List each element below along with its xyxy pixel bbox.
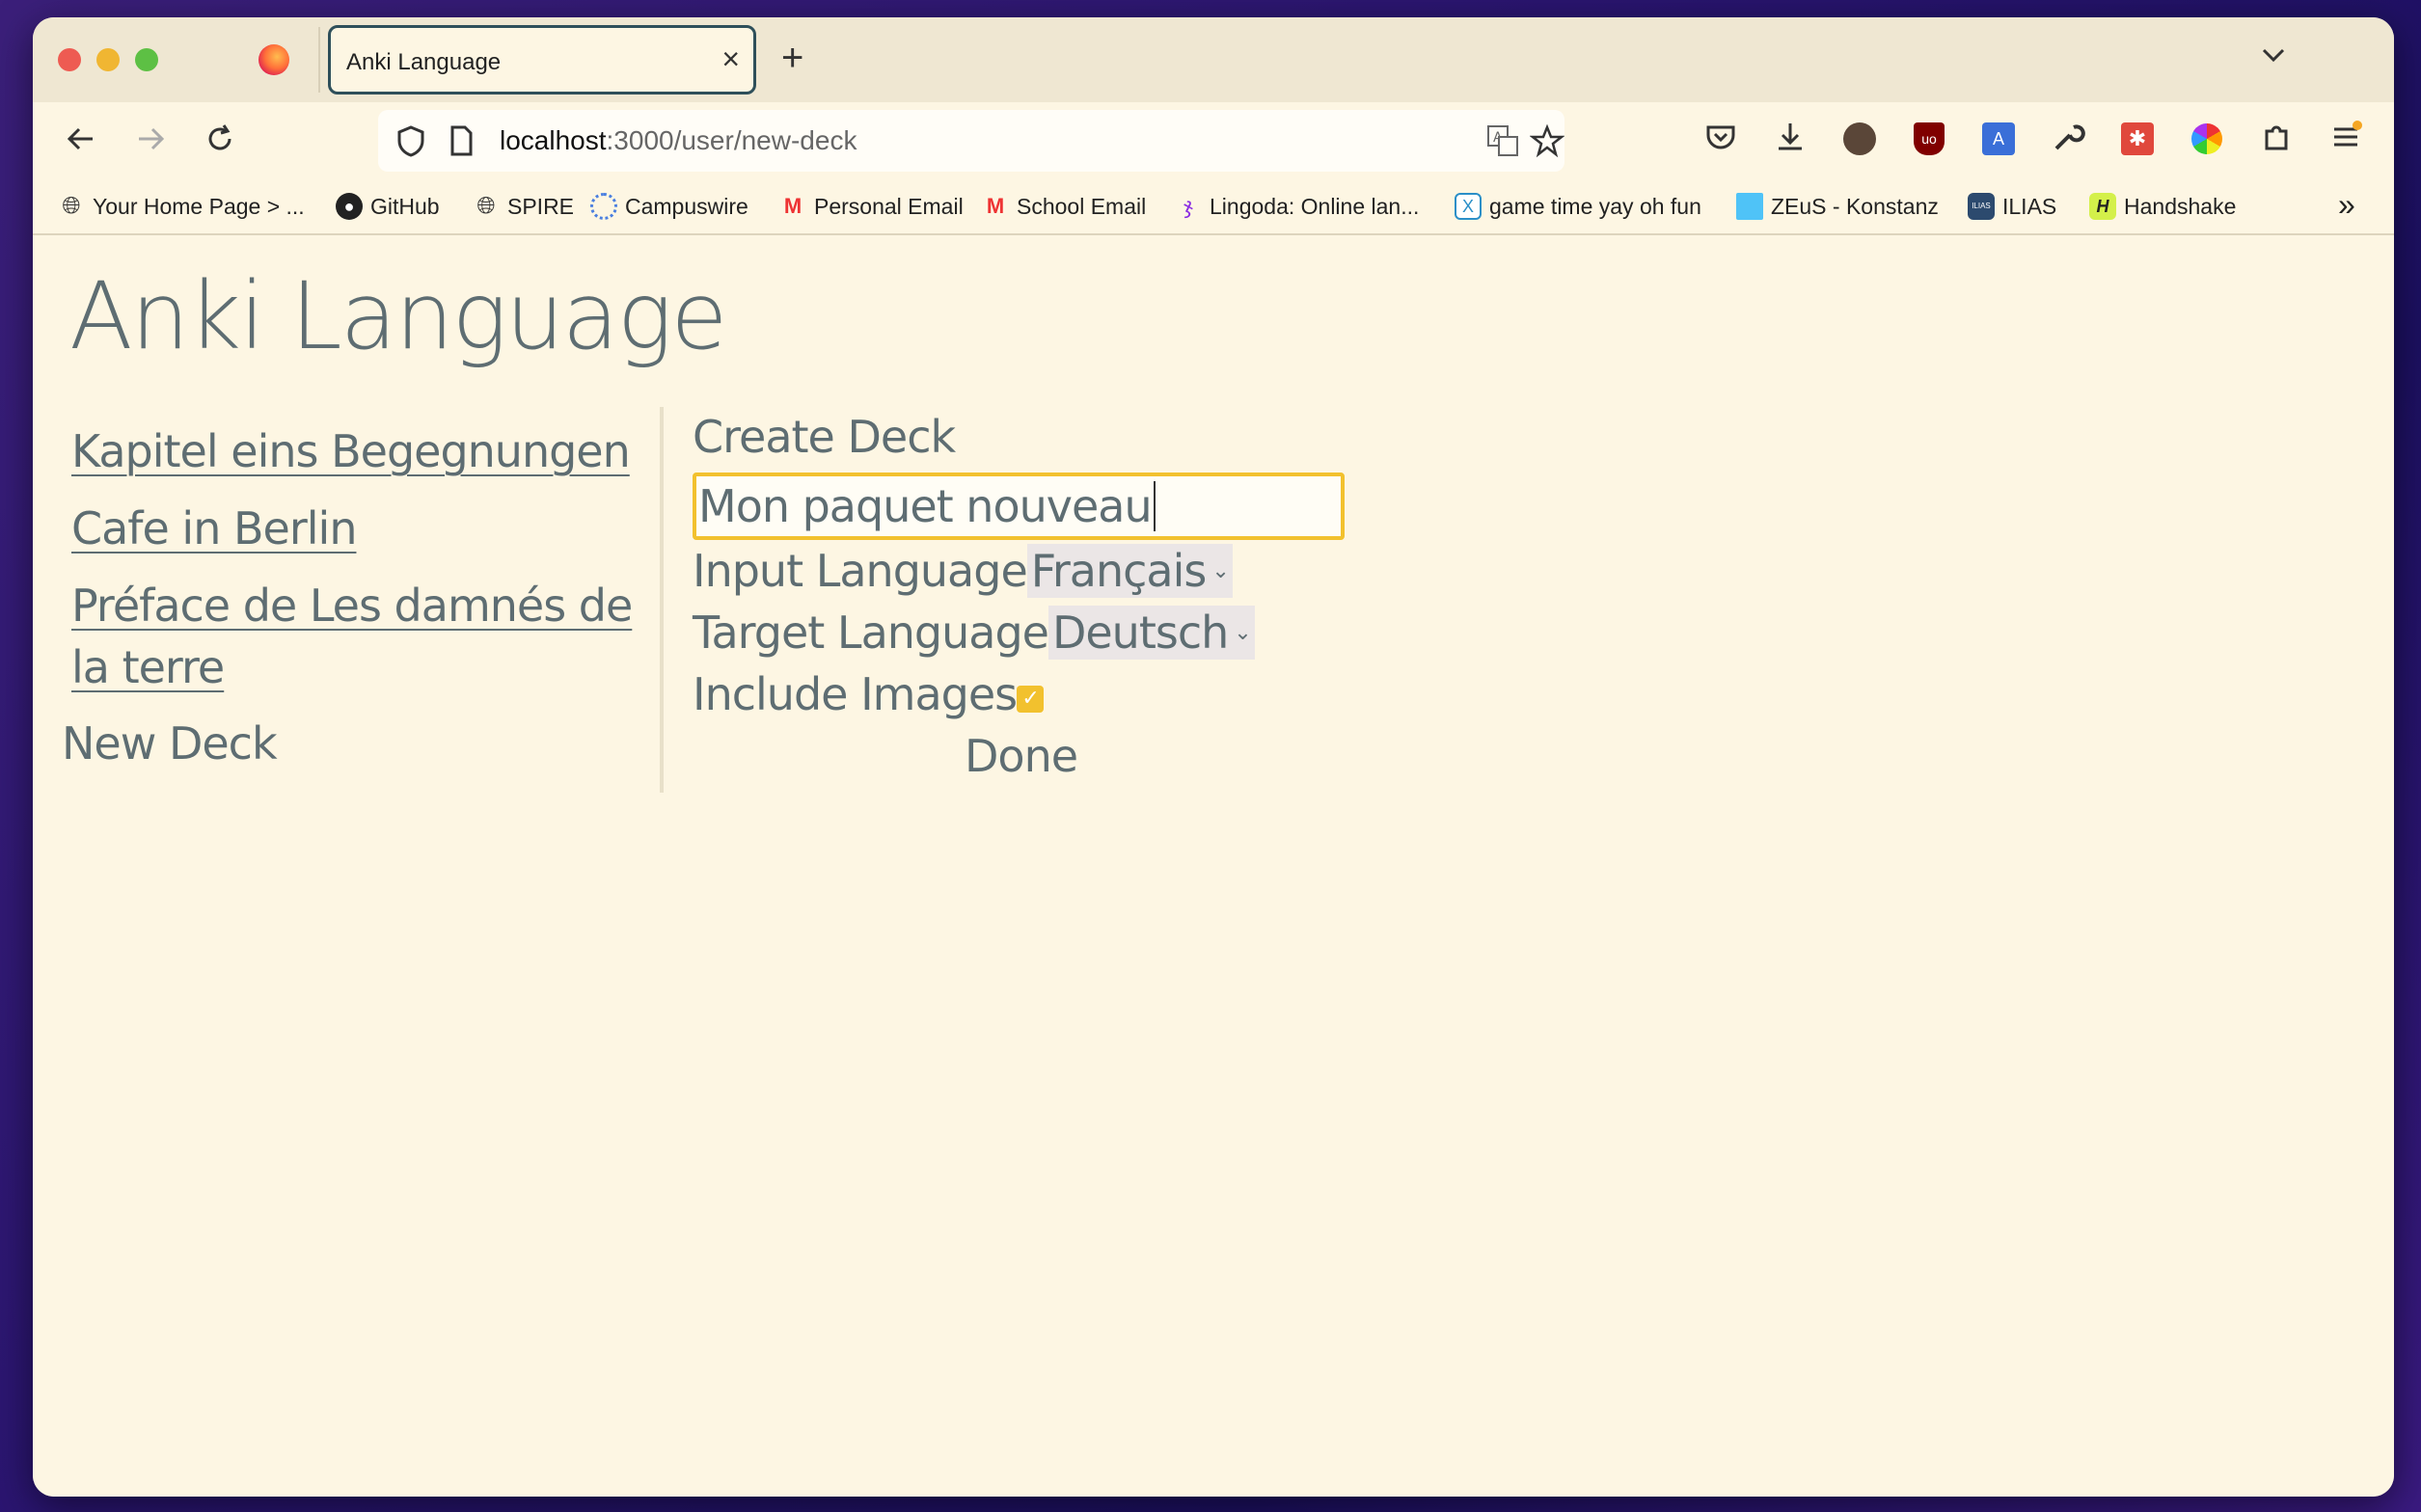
firefox-icon[interactable]: [258, 44, 289, 75]
maximize-window-button[interactable]: [135, 48, 158, 71]
reload-icon[interactable]: [201, 120, 239, 166]
target-language-row: Target Language Deutsch ⌄: [693, 602, 1345, 663]
menu-icon[interactable]: [2326, 120, 2365, 158]
campuswire-icon: [590, 193, 617, 220]
close-tab-icon[interactable]: ×: [721, 41, 740, 76]
globe-icon: 🌐︎: [62, 193, 81, 219]
chevron-down-icon: ⌄: [1234, 620, 1251, 645]
target-language-label: Target Language: [693, 607, 1049, 659]
zeus-icon: [1736, 193, 1763, 220]
shield-icon[interactable]: [394, 123, 428, 167]
bookmark-zeus[interactable]: ZEuS - Konstanz: [1736, 193, 1939, 220]
input-language-row: Input Language Français ⌄: [693, 540, 1345, 602]
bookmark-game-time[interactable]: X game time yay oh fun: [1455, 193, 1701, 220]
react-devtools-icon[interactable]: ✱: [2118, 120, 2157, 158]
color-picker-icon[interactable]: [2188, 120, 2226, 158]
x-icon: X: [1455, 193, 1482, 220]
tab-anki-language[interactable]: Anki Language ×: [328, 25, 756, 94]
bookmark-label: Lingoda: Online lan...: [1210, 193, 1420, 219]
bookmark-your-home-page[interactable]: 🌐︎ Your Home Page > ...: [58, 193, 305, 220]
app-page: Anki Language Kapitel eins Begegnungen C…: [33, 237, 2394, 1497]
ublock-icon[interactable]: uo: [1910, 120, 1948, 158]
url-path: :3000/user/new-deck: [606, 125, 857, 155]
bookmark-label: SPIRE: [507, 193, 575, 219]
globe-icon: 🌐︎: [476, 193, 496, 219]
tab-strip: Anki Language × +: [33, 17, 2394, 102]
bookmark-label: Handshake: [2124, 193, 2237, 219]
divider: [660, 407, 664, 793]
input-language-select[interactable]: Français ⌄: [1026, 544, 1233, 598]
include-images-row: Include Images ✓: [693, 663, 1345, 725]
bookmark-personal-email[interactable]: M Personal Email: [779, 193, 964, 220]
include-images-label: Include Images: [693, 668, 1018, 720]
bookmark-ilias[interactable]: ILIAS ILIAS: [1968, 193, 2056, 220]
deck-name-value: Mon paquet nouveau: [698, 480, 1153, 532]
url-host: localhost: [500, 125, 607, 155]
bookmark-label: Your Home Page > ...: [93, 193, 305, 219]
translate-extension-icon[interactable]: A: [1979, 120, 2018, 158]
new-deck-button[interactable]: New Deck: [62, 717, 278, 770]
star-icon[interactable]: [1529, 123, 1565, 167]
target-language-select[interactable]: Deutsch ⌄: [1047, 606, 1255, 660]
bookmark-label: ZEuS - Konstanz: [1771, 193, 1939, 219]
include-images-checkbox[interactable]: ✓: [1017, 686, 1045, 713]
lingoda-icon: ჯ: [1183, 194, 1193, 218]
input-language-label: Input Language: [693, 545, 1028, 597]
bookmark-label: Personal Email: [814, 193, 964, 219]
page-title: Anki Language: [69, 262, 727, 370]
bookmark-label: GitHub: [370, 193, 440, 219]
deck-name-input[interactable]: Mon paquet nouveau: [693, 472, 1345, 540]
form-title: Create Deck: [693, 411, 956, 463]
back-arrow-icon[interactable]: [62, 120, 100, 166]
deck-link[interactable]: Cafe in Berlin: [71, 498, 669, 559]
minimize-window-button[interactable]: [96, 48, 120, 71]
deck-list: Kapitel eins Begegnungen Cafe in Berlin …: [71, 420, 669, 714]
url-bar[interactable]: localhost:3000/user/new-deck A: [378, 110, 1565, 172]
more-bookmarks-icon[interactable]: »: [2338, 187, 2355, 223]
bookmark-label: ILIAS: [2002, 193, 2057, 219]
tab-separator: [318, 27, 320, 93]
forward-arrow-icon[interactable]: [131, 120, 170, 166]
create-deck-form: Create Deck Mon paquet nouveau Input Lan…: [693, 411, 1345, 787]
deck-link[interactable]: Préface de Les damnés de la terre: [71, 575, 669, 698]
bookmark-campuswire[interactable]: Campuswire: [590, 193, 748, 220]
bookmark-label: Campuswire: [625, 193, 748, 219]
bookmark-github[interactable]: ● GitHub: [336, 193, 440, 220]
bookmark-label: game time yay oh fun: [1489, 193, 1701, 219]
chevron-down-icon[interactable]: [2259, 40, 2288, 77]
wrench-icon[interactable]: [2049, 120, 2087, 158]
text-caret: [1153, 481, 1156, 531]
bookmark-spire[interactable]: 🌐︎ SPIRE: [473, 193, 574, 220]
bookmarks-bar: 🌐︎ Your Home Page > ... ● GitHub 🌐︎ SPIR…: [33, 183, 2394, 235]
done-button[interactable]: Done: [965, 725, 1345, 787]
handshake-icon: H: [2089, 193, 2116, 220]
bookmark-handshake[interactable]: H Handshake: [2089, 193, 2236, 220]
url-text: localhost:3000/user/new-deck: [500, 125, 857, 156]
nav-toolbar: localhost:3000/user/new-deck A uo A ✱: [33, 102, 2394, 183]
bookmark-lingoda[interactable]: ჯ Lingoda: Online lan...: [1175, 193, 1419, 220]
bookmark-label: School Email: [1017, 193, 1147, 219]
gmail-icon: M: [986, 194, 1005, 218]
tab-title: Anki Language: [346, 49, 502, 75]
github-icon: ●: [336, 193, 363, 220]
bookmark-school-email[interactable]: M School Email: [982, 193, 1146, 220]
pocket-icon[interactable]: [1701, 120, 1740, 158]
extensions-icon[interactable]: [2257, 120, 2296, 158]
avatar-icon[interactable]: [1840, 120, 1879, 158]
close-window-button[interactable]: [58, 48, 81, 71]
translate-icon[interactable]: A: [1485, 123, 1520, 167]
ilias-icon: ILIAS: [1968, 193, 1995, 220]
page-icon: [444, 123, 478, 167]
new-tab-button[interactable]: +: [781, 39, 803, 77]
download-icon[interactable]: [1771, 120, 1809, 158]
target-language-value: Deutsch: [1051, 607, 1229, 659]
gmail-icon: M: [783, 194, 802, 218]
input-language-value: Français: [1030, 545, 1208, 597]
chevron-down-icon: ⌄: [1211, 558, 1229, 583]
browser-window: Anki Language × + localhost:3000/user/ne…: [33, 17, 2394, 1497]
deck-link[interactable]: Kapitel eins Begegnungen: [71, 420, 669, 482]
